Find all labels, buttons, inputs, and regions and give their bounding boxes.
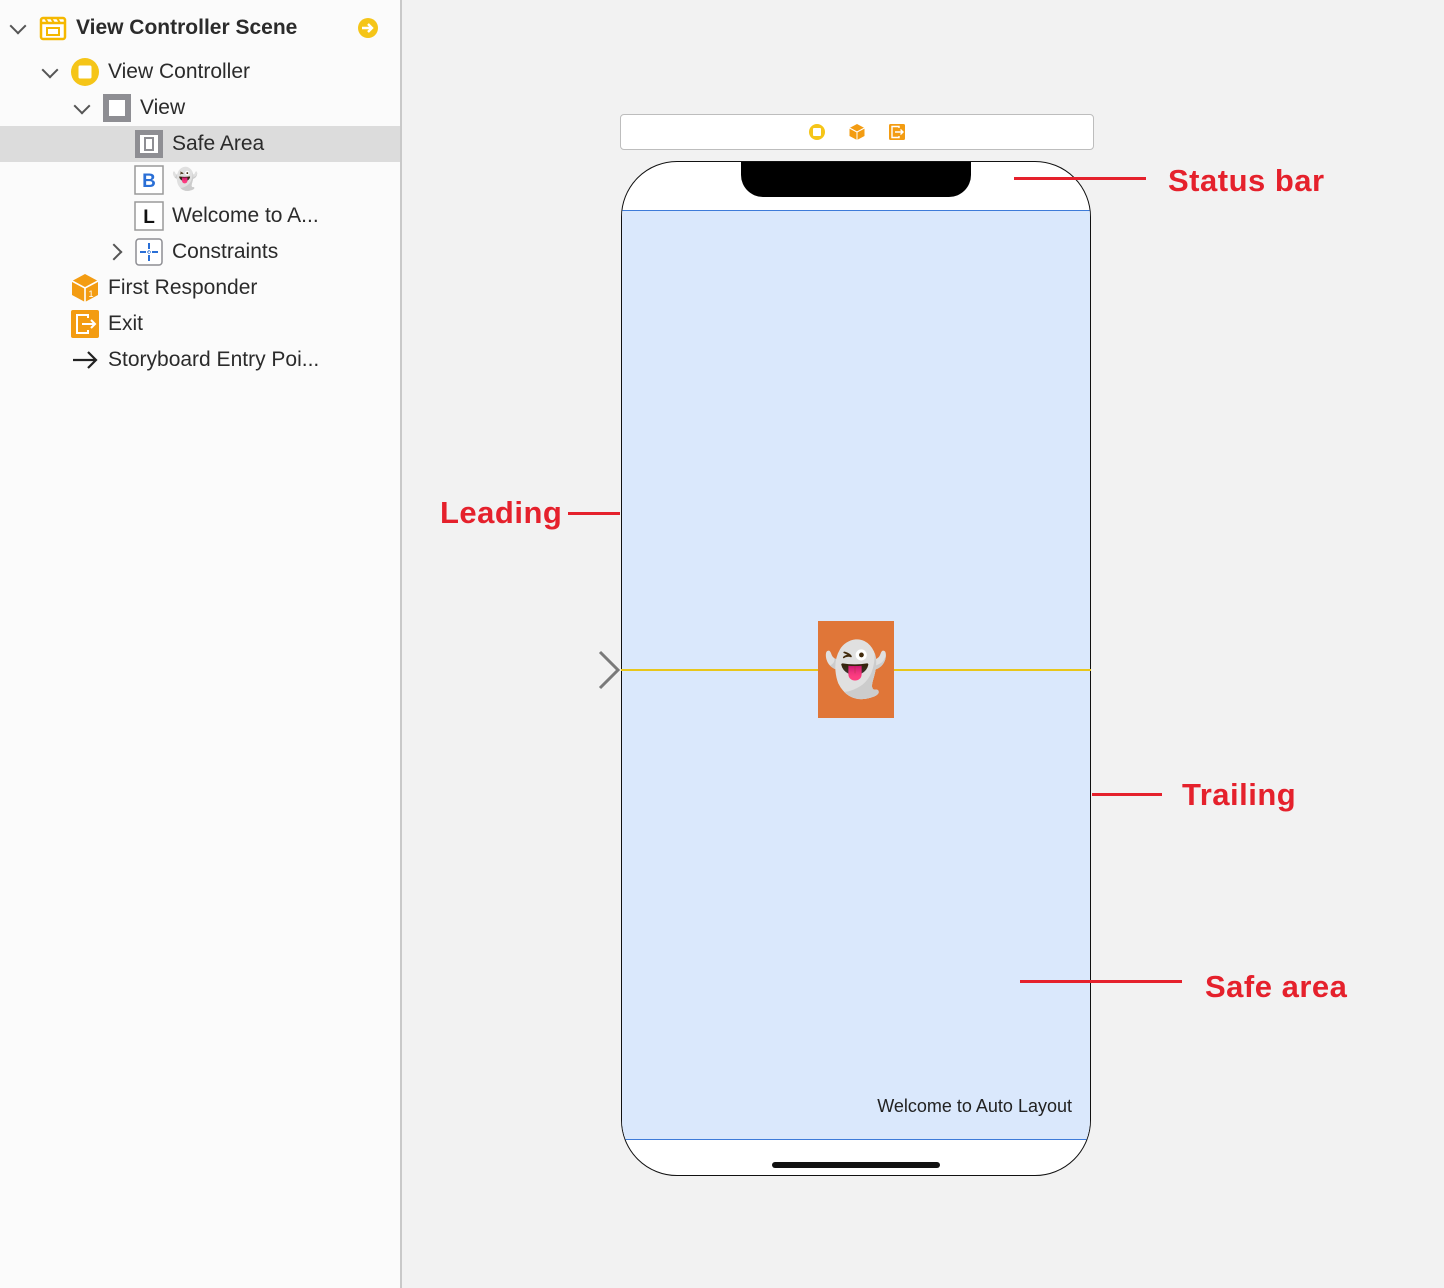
ghost-button[interactable]: 👻 bbox=[818, 621, 894, 718]
outline-item-constraints[interactable]: Constraints bbox=[0, 234, 400, 270]
constraints-icon bbox=[134, 237, 164, 267]
outline-item-storyboard-entry-point[interactable]: Storyboard Entry Poi... bbox=[0, 342, 400, 378]
device-notch bbox=[741, 162, 971, 197]
outline-item-label: Welcome to A... bbox=[172, 204, 319, 227]
safe-area-annotation-line bbox=[1020, 980, 1182, 983]
disclosure-chevron-down-icon[interactable] bbox=[73, 97, 91, 115]
label-icon-glyph: L bbox=[143, 207, 155, 228]
outline-item-first-responder[interactable]: 1 First Responder bbox=[0, 270, 400, 306]
exit-icon[interactable] bbox=[888, 123, 906, 141]
scene-dock bbox=[620, 114, 1094, 150]
button-icon-glyph: B bbox=[142, 171, 156, 192]
outline-item-label: Exit bbox=[108, 312, 144, 335]
storyboard-entry-arrow-icon[interactable] bbox=[510, 648, 622, 692]
storyboard-canvas[interactable]: 👻 Welcome to Auto Layout Status bar Lead… bbox=[402, 0, 1444, 1288]
safe-area-annotation: Safe area bbox=[1205, 969, 1348, 1004]
outline-item-safe-area[interactable]: Safe Area bbox=[0, 126, 400, 162]
outline-item-label: First Responder bbox=[108, 276, 258, 299]
safe-area-icon bbox=[134, 129, 164, 159]
outline-item-welcome-label[interactable]: L Welcome to A... bbox=[0, 198, 400, 234]
view-controller-icon bbox=[70, 57, 100, 87]
outline-item-ghost-button[interactable]: B 👻 bbox=[0, 162, 400, 198]
leading-annotation-line bbox=[568, 512, 620, 515]
outline-scene-label: View Controller Scene bbox=[76, 16, 298, 39]
arrow-right-icon bbox=[70, 345, 100, 375]
outline-item-view[interactable]: View bbox=[0, 90, 400, 126]
view-controller-icon[interactable] bbox=[808, 123, 826, 141]
scene-exit-arrow-icon[interactable] bbox=[353, 13, 383, 43]
first-responder-icon: 1 bbox=[70, 273, 100, 303]
outline-item-label: View Controller bbox=[108, 60, 251, 83]
outline-item-label: Constraints bbox=[172, 240, 279, 263]
button-icon: B bbox=[134, 165, 164, 195]
outline-item-label: Storyboard Entry Poi... bbox=[108, 348, 320, 371]
status-bar-annotation: Status bar bbox=[1168, 163, 1325, 198]
outline-scene-row[interactable]: View Controller Scene bbox=[0, 10, 400, 46]
outline-item-exit[interactable]: Exit bbox=[0, 306, 400, 342]
status-bar-annotation-line bbox=[1014, 177, 1146, 180]
disclosure-chevron-down-icon[interactable] bbox=[9, 17, 27, 35]
trailing-annotation: Trailing bbox=[1182, 777, 1297, 812]
svg-text:1: 1 bbox=[88, 289, 93, 299]
leading-annotation: Leading bbox=[440, 495, 563, 530]
first-responder-icon[interactable] bbox=[848, 123, 866, 141]
exit-icon bbox=[70, 309, 100, 339]
outline-item-label: Safe Area bbox=[172, 132, 265, 155]
storyboard-scene-icon bbox=[38, 13, 68, 43]
view-icon bbox=[102, 93, 132, 123]
outline-item-view-controller[interactable]: View Controller bbox=[0, 54, 400, 90]
welcome-label[interactable]: Welcome to Auto Layout bbox=[822, 1096, 1072, 1117]
outline-item-label: 👻 bbox=[172, 168, 199, 191]
disclosure-chevron-down-icon[interactable] bbox=[41, 61, 59, 79]
trailing-annotation-line bbox=[1092, 793, 1162, 796]
outline-item-label: View bbox=[140, 96, 186, 119]
home-indicator bbox=[772, 1162, 940, 1168]
disclosure-chevron-right-icon[interactable] bbox=[105, 243, 123, 261]
label-icon: L bbox=[134, 201, 164, 231]
document-outline: View Controller Scene View Controller Vi… bbox=[0, 0, 402, 1288]
